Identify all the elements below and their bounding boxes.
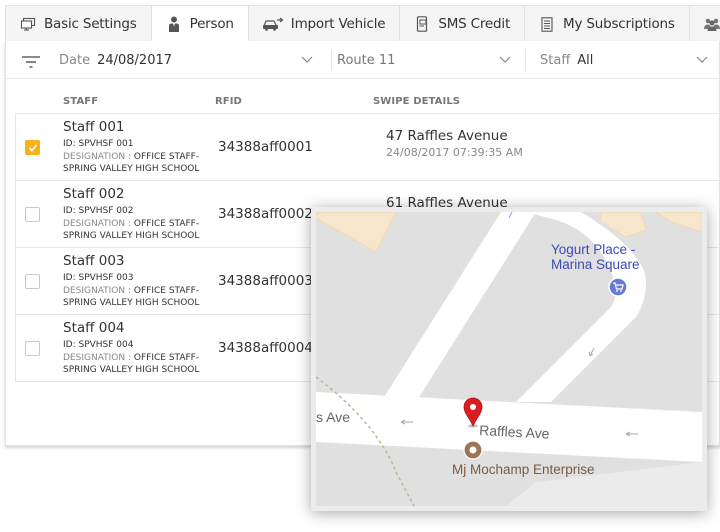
map-popup[interactable]: Yogurt Place - Marina Square s Ave Raffl…	[311, 207, 707, 511]
staff-name: Staff 004	[63, 320, 125, 336]
tab-import-vehicle[interactable]: Import Vehicle	[249, 6, 401, 42]
staff-select[interactable]: Staff All	[540, 41, 720, 79]
designation-value: OFFICE STAFF-	[133, 286, 200, 296]
rfid-value: 34388aff0003	[218, 273, 313, 289]
date-label: Date	[59, 52, 91, 68]
swipe-time: 24/08/2017 07:39:35 AM	[386, 146, 523, 159]
list-document-icon	[538, 16, 556, 32]
staff-designation: DESIGNATION : OFFICE STAFF- SPRING VALLE…	[63, 285, 199, 309]
tab-label: Basic Settings	[44, 16, 137, 32]
rfid-value: 34388aff0004	[218, 340, 313, 356]
designation-label: DESIGNATION :	[63, 286, 132, 296]
designation-value: OFFICE STAFF-	[133, 152, 200, 162]
map-view[interactable]: Yogurt Place - Marina Square s Ave Raffl…	[316, 212, 702, 506]
person-icon	[165, 16, 183, 32]
divider	[331, 49, 332, 71]
phone-sms-icon	[413, 16, 431, 32]
staff-designation: DESIGNATION : OFFICE STAFF- SPRING VALLE…	[63, 151, 199, 175]
staff-id: ID: SPVHSF 002	[63, 206, 134, 216]
poi-mj-mochamp-enterprise[interactable]: Mj Mochamp Enterprise	[452, 462, 595, 477]
staff-designation: DESIGNATION : OFFICE STAFF- SPRING VALLE…	[63, 352, 199, 376]
tab-basic-settings[interactable]: Basic Settings	[6, 6, 152, 42]
school-name: SPRING VALLEY HIGH SCHOOL	[63, 365, 200, 375]
staff-designation: DESIGNATION : OFFICE STAFF- SPRING VALLE…	[63, 218, 199, 242]
rfid-value: 34388aff0002	[218, 206, 313, 222]
street-label-left: s Ave	[316, 409, 350, 425]
staff-name: Staff 001	[63, 119, 125, 135]
date-select[interactable]: Date 24/08/2017	[59, 41, 329, 79]
column-header-swipe-details: SWIPE DETAILS	[373, 96, 461, 107]
school-name: SPRING VALLEY HIGH SCHOOL	[63, 164, 200, 174]
poi-yogurt-place-line2[interactable]: Marina Square	[551, 257, 640, 272]
row-checkbox[interactable]	[25, 341, 40, 356]
poi-yogurt-place-line1[interactable]: Yogurt Place -	[551, 242, 635, 257]
divider	[525, 49, 526, 71]
chevron-down-icon	[696, 53, 708, 63]
designation-value: OFFICE STAFF-	[133, 219, 200, 229]
row-checkbox[interactable]	[25, 140, 40, 155]
column-header-staff: STAFF	[63, 96, 99, 107]
tab-label: My Subscriptions	[563, 16, 675, 32]
date-value: 24/08/2017	[97, 52, 173, 68]
tab-groups[interactable]: Groups	[690, 6, 720, 42]
swipe-address: 47 Raffles Avenue	[386, 128, 508, 144]
designation-label: DESIGNATION :	[63, 219, 132, 229]
filter-icon[interactable]	[22, 54, 40, 68]
tab-label: Person	[189, 16, 234, 32]
chevron-down-icon	[499, 53, 511, 63]
poi-marker-icon[interactable]	[463, 440, 483, 460]
row-checkbox[interactable]	[25, 207, 40, 222]
shopping-cart-icon[interactable]	[608, 277, 628, 297]
staff-name: Staff 002	[63, 186, 125, 202]
designation-label: DESIGNATION :	[63, 152, 132, 162]
staff-id: ID: SPVHSF 004	[63, 340, 134, 350]
table-row[interactable]: Staff 001 ID: SPVHSF 001 DESIGNATION : O…	[16, 114, 720, 181]
designation-label: DESIGNATION :	[63, 353, 132, 363]
staff-id: ID: SPVHSF 001	[63, 139, 134, 149]
group-icon	[703, 16, 720, 32]
monitor-icon	[19, 16, 37, 32]
staff-label: Staff	[540, 52, 571, 68]
tab-my-subscriptions[interactable]: My Subscriptions	[525, 6, 690, 42]
filter-bar: Date 24/08/2017 Route 11 Staff All	[6, 41, 719, 79]
car-import-icon	[262, 16, 284, 32]
staff-id: ID: SPVHSF 003	[63, 273, 134, 283]
staff-name: Staff 003	[63, 253, 125, 269]
route-select[interactable]: Route 11	[337, 41, 522, 79]
route-value: Route 11	[337, 52, 396, 68]
school-name: SPRING VALLEY HIGH SCHOOL	[63, 298, 200, 308]
tab-person[interactable]: Person	[151, 6, 249, 43]
row-checkbox[interactable]	[25, 274, 40, 289]
tab-label: SMS Credit	[438, 16, 511, 32]
chevron-down-icon	[301, 53, 313, 63]
school-name: SPRING VALLEY HIGH SCHOOL	[63, 231, 200, 241]
column-header-rfid: RFID	[215, 96, 242, 107]
designation-value: OFFICE STAFF-	[133, 353, 200, 363]
staff-value: All	[577, 52, 594, 68]
tab-bar: Basic Settings Person Import Vehicle SMS…	[5, 5, 720, 43]
rfid-value: 34388aff0001	[218, 139, 313, 155]
tab-label: Import Vehicle	[290, 16, 386, 32]
tab-sms-credit[interactable]: SMS Credit	[400, 6, 526, 42]
